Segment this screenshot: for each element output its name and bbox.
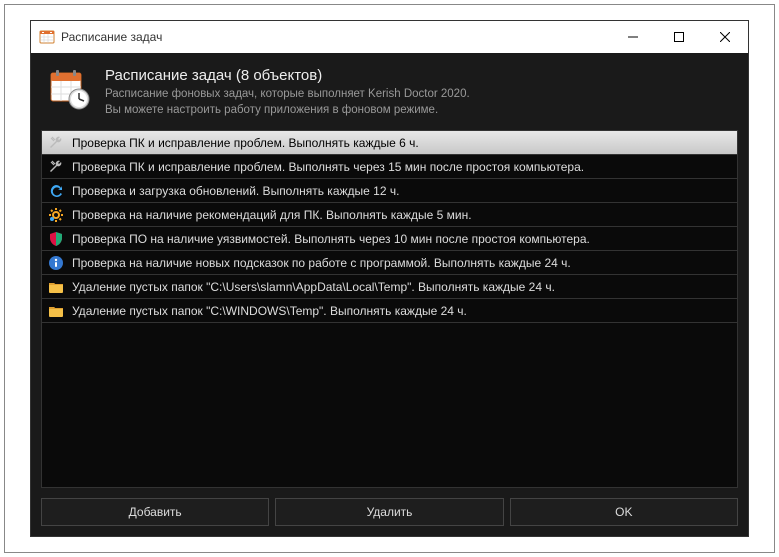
task-row[interactable]: Удаление пустых папок "C:\Users\slamn\Ap… — [42, 275, 737, 299]
shield-icon — [48, 231, 64, 247]
task-label: Проверка ПК и исправление проблем. Выпол… — [72, 160, 584, 174]
wrench-icon — [48, 135, 64, 151]
task-row[interactable]: Проверка ПК и исправление проблем. Выпол… — [42, 155, 737, 179]
gear-icon — [48, 207, 64, 223]
remove-button[interactable]: Удалить — [275, 498, 503, 526]
add-button[interactable]: Добавить — [41, 498, 269, 526]
info-icon — [48, 255, 64, 271]
header-text: Расписание задач (8 объектов) Расписание… — [105, 67, 470, 118]
task-row[interactable]: Удаление пустых папок "C:\WINDOWS\Temp".… — [42, 299, 737, 323]
calendar-clock-icon — [49, 69, 91, 111]
minimize-button[interactable] — [610, 21, 656, 53]
folder-icon — [48, 279, 64, 295]
task-label: Удаление пустых папок "C:\Users\slamn\Ap… — [72, 280, 555, 294]
task-label: Проверка на наличие новых подсказок по р… — [72, 256, 571, 270]
task-label: Проверка ПО на наличие уязвимостей. Выпо… — [72, 232, 590, 246]
dialog-window: Расписание задач Ра — [30, 20, 749, 537]
header-desc1: Расписание фоновых задач, которые выполн… — [105, 86, 470, 102]
titlebar[interactable]: Расписание задач — [31, 21, 748, 53]
task-row[interactable]: Проверка и загрузка обновлений. Выполнят… — [42, 179, 737, 203]
window-controls — [610, 21, 748, 53]
app-icon — [39, 29, 55, 45]
header: Расписание задач (8 объектов) Расписание… — [31, 53, 748, 130]
ok-button[interactable]: OK — [510, 498, 738, 526]
task-row[interactable]: Проверка на наличие рекомендаций для ПК.… — [42, 203, 737, 227]
task-label: Проверка ПК и исправление проблем. Выпол… — [72, 136, 419, 150]
task-label: Проверка на наличие рекомендаций для ПК.… — [72, 208, 472, 222]
task-label: Проверка и загрузка обновлений. Выполнят… — [72, 184, 399, 198]
refresh-icon — [48, 183, 64, 199]
window-title: Расписание задач — [61, 30, 610, 44]
task-row[interactable]: Проверка ПО на наличие уязвимостей. Выпо… — [42, 227, 737, 251]
task-row[interactable]: Проверка на наличие новых подсказок по р… — [42, 251, 737, 275]
footer: Добавить Удалить OK — [31, 488, 748, 536]
task-row[interactable]: Проверка ПК и исправление проблем. Выпол… — [42, 131, 737, 155]
header-desc2: Вы можете настроить работу приложения в … — [105, 102, 470, 118]
header-title: Расписание задач (8 объектов) — [105, 67, 470, 84]
task-label: Удаление пустых папок "C:\WINDOWS\Temp".… — [72, 304, 467, 318]
wrench-icon — [48, 159, 64, 175]
maximize-button[interactable] — [656, 21, 702, 53]
folder-icon — [48, 303, 64, 319]
close-button[interactable] — [702, 21, 748, 53]
task-list[interactable]: Проверка ПК и исправление проблем. Выпол… — [41, 130, 738, 488]
